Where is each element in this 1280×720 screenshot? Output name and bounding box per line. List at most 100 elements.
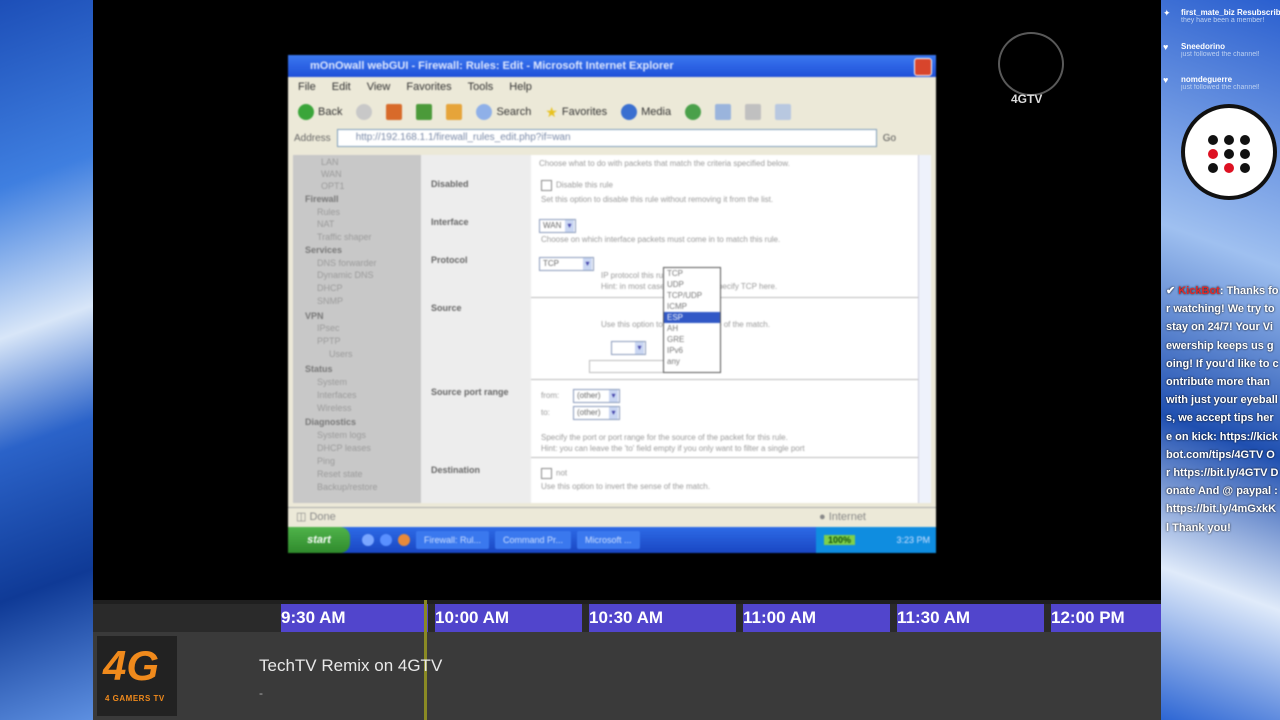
nav-rules[interactable]: Rules: [317, 207, 340, 217]
history-icon[interactable]: [685, 104, 702, 120]
stop-icon[interactable]: [386, 104, 403, 120]
vertical-scrollbar[interactable]: [918, 155, 931, 503]
menu-file[interactable]: File: [298, 81, 316, 93]
source-type-select[interactable]: [611, 341, 646, 355]
nav-wireless[interactable]: Wireless: [317, 403, 352, 413]
destination-not-checkbox[interactable]: [541, 468, 552, 479]
nav-reset-state[interactable]: Reset state: [317, 469, 363, 479]
left-background: [0, 0, 93, 720]
nav-interfaces[interactable]: Interfaces: [317, 390, 357, 400]
disabled-check-row: Disable this rule: [541, 180, 613, 191]
video-frame: mOnOwall webGUI - Firewall: Rules: Edit …: [93, 0, 1161, 600]
to-port-select[interactable]: (other): [573, 406, 620, 420]
nav-system[interactable]: System: [317, 377, 347, 387]
nav-dns-forwarder[interactable]: DNS forwarder: [317, 258, 377, 268]
time-slot: 11:00 AM: [743, 604, 890, 632]
kick-channel-logo: [1181, 104, 1277, 200]
taskbar: start Firewall: Rul... Command Pr... Mic…: [288, 527, 936, 553]
protocol-option[interactable]: IPv6: [664, 345, 720, 356]
nav-dhcp-leases[interactable]: DHCP leases: [317, 443, 371, 453]
status-bar: ◫ Done ● Internet: [288, 507, 936, 526]
disabled-checkbox[interactable]: [541, 180, 552, 191]
chat-event-user: Sneedorino: [1181, 42, 1226, 51]
ie-window: mOnOwall webGUI - Firewall: Rules: Edit …: [288, 55, 936, 553]
protocol-option[interactable]: ICMP: [664, 301, 720, 312]
search-button[interactable]: Search: [476, 104, 531, 120]
media-label: Media: [641, 106, 672, 118]
channel-watermark-logo: [998, 32, 1064, 96]
globe-icon: ●: [818, 511, 826, 523]
go-button[interactable]: Go: [883, 133, 896, 144]
start-button[interactable]: start: [288, 527, 350, 553]
label-column: [421, 155, 531, 503]
refresh-icon[interactable]: [416, 104, 433, 120]
chat-events: ✦ first_mate_biz Resubscribed they have …: [1161, 0, 1280, 104]
chat-event: ♥ Sneedorino just followed the channel!: [1163, 42, 1280, 58]
protocol-dropdown: TCP UDP TCP/UDP ICMP ESP AH GRE IPv6 any: [663, 267, 721, 373]
bot-badge-icon: ✔: [1166, 285, 1176, 297]
media-button[interactable]: Media: [621, 104, 671, 120]
back-button[interactable]: Back: [298, 104, 342, 120]
menu-edit[interactable]: Edit: [332, 81, 351, 93]
divider: [531, 297, 919, 298]
protocol-option[interactable]: AH: [664, 323, 720, 334]
time-label: 11:00 AM: [743, 608, 817, 627]
media-icon: [621, 104, 638, 120]
protocol-option[interactable]: UDP: [664, 279, 720, 290]
protocol-option[interactable]: ESP: [664, 312, 720, 323]
search-icon: [476, 104, 493, 120]
nav-users[interactable]: Users: [329, 349, 353, 359]
protocol-option[interactable]: any: [664, 356, 720, 367]
nav-ping[interactable]: Ping: [317, 456, 335, 466]
nav-opt1[interactable]: OPT1: [321, 181, 345, 191]
ie-launch-icon[interactable]: [380, 534, 392, 546]
nav-system-logs[interactable]: System logs: [317, 430, 366, 440]
star-icon: ★: [545, 103, 558, 120]
mail-icon[interactable]: [715, 104, 732, 120]
protocol-option[interactable]: GRE: [664, 334, 720, 345]
clock: 3:23 PM: [896, 535, 930, 545]
protocol-option[interactable]: TCP: [664, 268, 720, 279]
disabled-check-label: Disable this rule: [556, 180, 613, 190]
nav-vpn: VPN: [305, 311, 324, 321]
nav-dhcp[interactable]: DHCP: [317, 283, 343, 293]
nav-wan[interactable]: WAN: [321, 169, 342, 179]
nav-nat[interactable]: NAT: [317, 219, 334, 229]
favorites-button[interactable]: ★ Favorites: [545, 104, 607, 121]
nav-firewall: Firewall: [305, 194, 339, 204]
nav-backup-restore[interactable]: Backup/restore: [317, 482, 378, 492]
menu-help[interactable]: Help: [509, 81, 532, 93]
nav-traffic-shaper[interactable]: Traffic shaper: [317, 232, 372, 242]
nav-dynamic-dns[interactable]: Dynamic DNS: [317, 270, 374, 280]
nav-lan[interactable]: LAN: [321, 157, 339, 167]
chat-panel: ✦ first_mate_biz Resubscribed they have …: [1161, 0, 1280, 720]
protocol-select[interactable]: TCP: [539, 257, 594, 271]
protocol-option[interactable]: TCP/UDP: [664, 290, 720, 301]
nav-ipsec[interactable]: IPsec: [317, 323, 340, 333]
task-microsoft[interactable]: Microsoft ...: [577, 531, 640, 549]
quicklaunch-icon[interactable]: [362, 534, 374, 546]
task-firewall[interactable]: Firewall: Rul...: [416, 531, 490, 549]
menu-bar: File Edit View Favorites Tools Help: [288, 77, 936, 97]
menu-view[interactable]: View: [367, 81, 391, 93]
nav-snmp[interactable]: SNMP: [317, 296, 343, 306]
print-icon[interactable]: [745, 104, 762, 120]
interface-select[interactable]: WAN: [539, 219, 576, 233]
media-launch-icon[interactable]: [398, 534, 410, 546]
home-icon[interactable]: [446, 104, 463, 120]
chat-event: ♥ nomdeguerre just followed the channel!: [1163, 75, 1280, 91]
task-command-prompt[interactable]: Command Pr...: [495, 531, 572, 549]
nav-pptp[interactable]: PPTP: [317, 336, 341, 346]
menu-favorites[interactable]: Favorites: [406, 81, 451, 93]
close-icon[interactable]: [914, 58, 932, 76]
address-input[interactable]: http://192.168.1.1/firewall_rules_edit.p…: [336, 129, 877, 147]
source-port-label: Source port range: [431, 387, 509, 397]
time-bar: 9:30 AM 10:00 AM 10:30 AM 11:00 AM 11:30…: [93, 604, 1161, 632]
forward-arrow-icon[interactable]: [356, 104, 373, 120]
from-port-select[interactable]: (other): [573, 389, 620, 403]
disabled-desc: Set this option to disable this rule wit…: [541, 195, 774, 204]
tray-badge: 100%: [824, 535, 856, 545]
menu-tools[interactable]: Tools: [468, 81, 494, 93]
show-subtitle: -: [259, 686, 263, 700]
edit-icon[interactable]: [775, 104, 792, 120]
